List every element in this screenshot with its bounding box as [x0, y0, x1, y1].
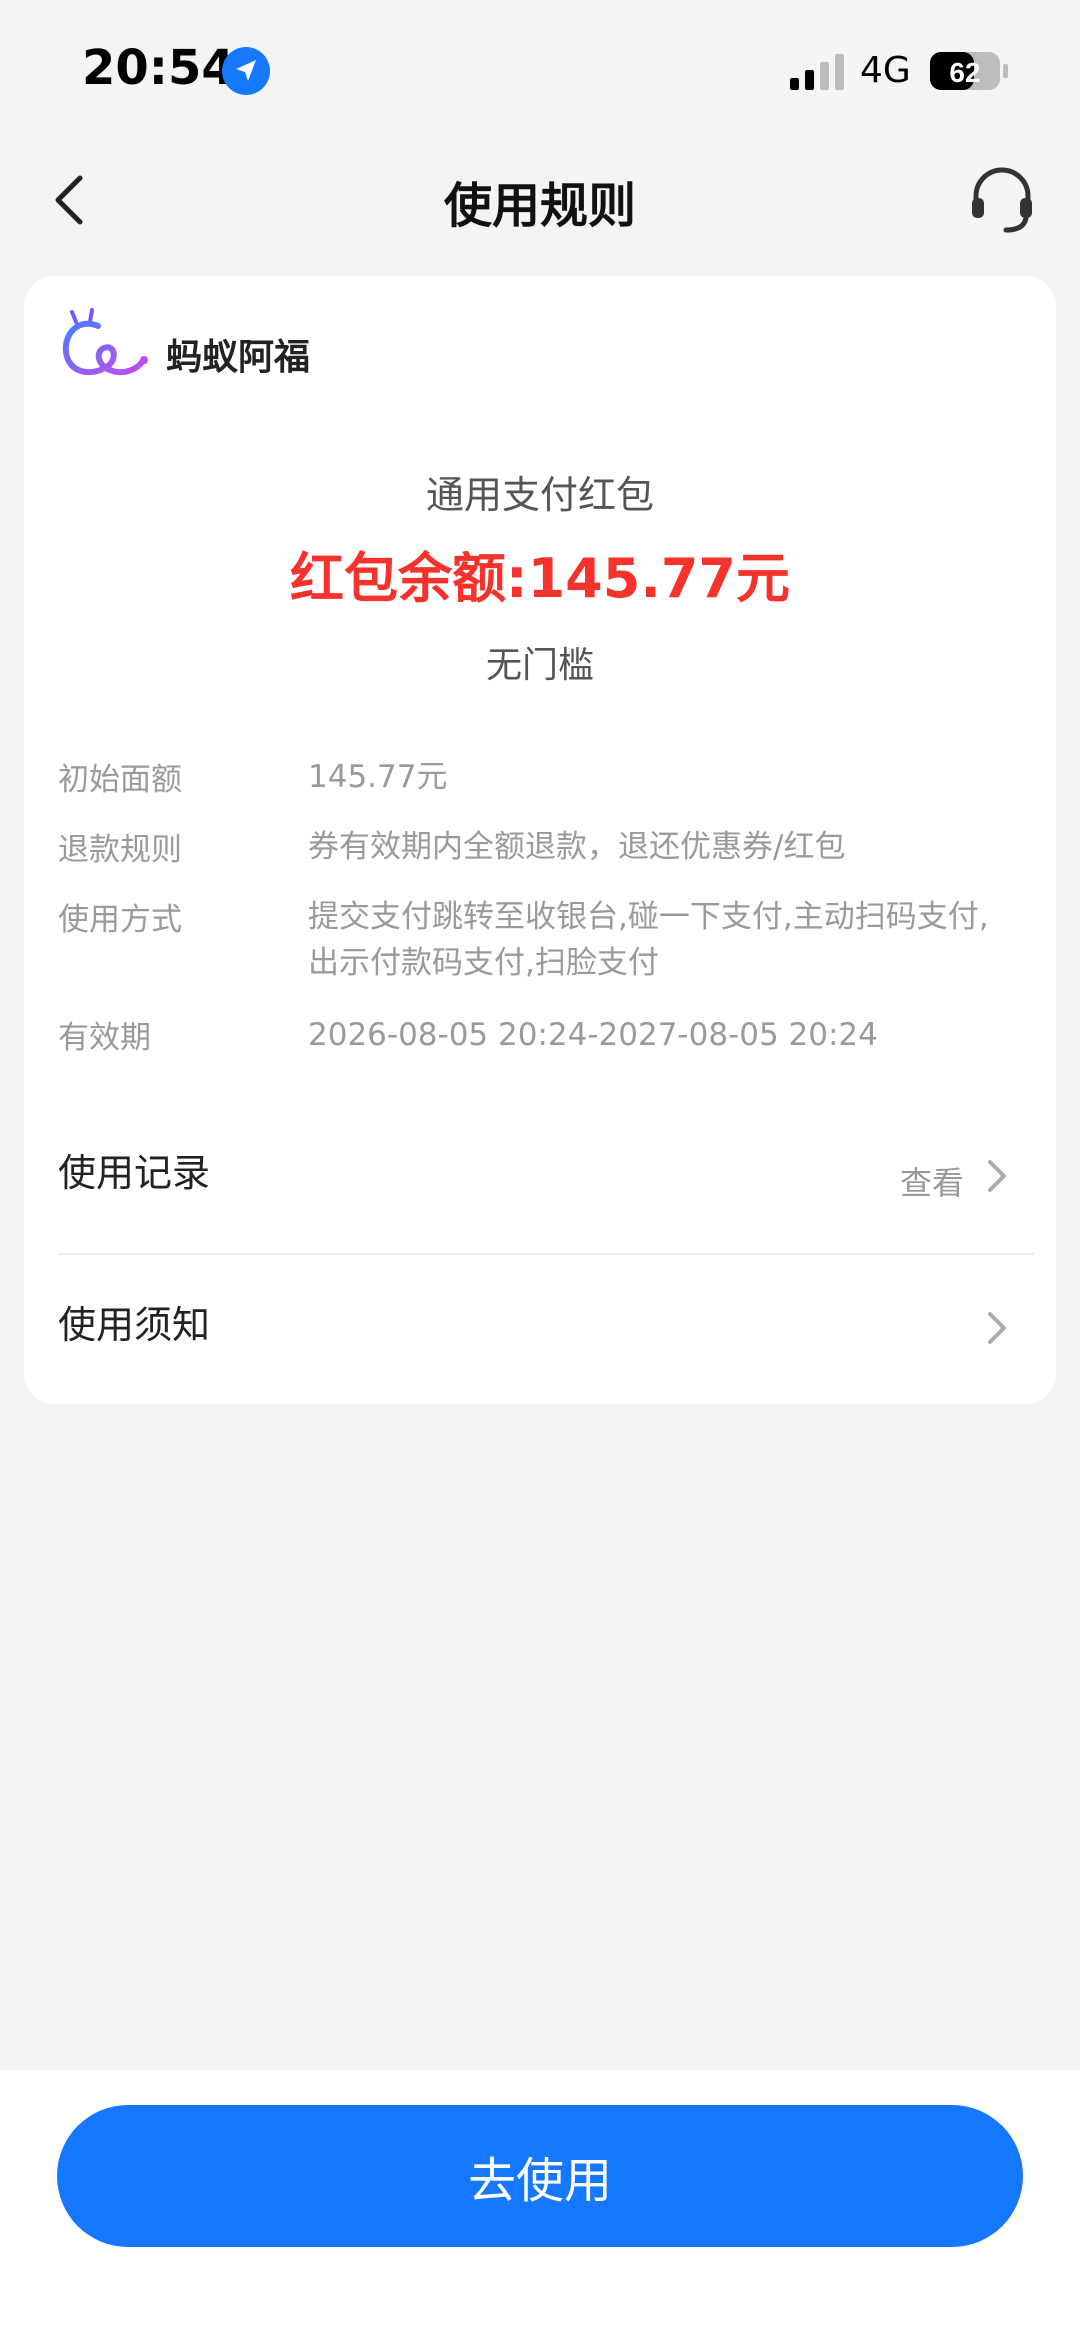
ant-afu-logo-icon [62, 308, 148, 376]
status-time: 20:54 [82, 40, 235, 96]
rule-label-refund: 退款规则 [58, 832, 182, 868]
divider [58, 1253, 1034, 1255]
rule-label-initial-amount: 初始面额 [58, 762, 182, 798]
rule-label-usage-method: 使用方式 [58, 902, 182, 938]
network-type: 4G [860, 50, 911, 91]
usage-records-title: 使用记录 [58, 1151, 211, 1195]
use-now-button[interactable]: 去使用 [57, 2105, 1023, 2247]
usage-notice-row[interactable]: 使用须知 [58, 1266, 1024, 1376]
view-link[interactable]: 查看 [900, 1158, 964, 1204]
location-arrow-icon [222, 47, 270, 95]
rule-value-usage-method: 提交支付跳转至收银台,碰一下支付,主动扫码支付,出示付款码支付,扫脸支付 [308, 899, 989, 981]
bottom-action-bar: 去使用 [0, 2070, 1080, 2337]
page-title: 使用规则 [443, 178, 636, 234]
status-bar: 20:54 4G 62 [0, 0, 1080, 140]
customer-service-headset-icon[interactable] [964, 160, 1040, 236]
coupon-balance: 红包余额:145.77元 [290, 547, 790, 610]
brand-name: 蚂蚁阿福 [166, 337, 311, 378]
chevron-right-icon [988, 1312, 1006, 1344]
coupon-type: 通用支付红包 [425, 473, 654, 517]
rule-value-refund: 券有效期内全额退款，退还优惠券/红包 [308, 829, 846, 865]
rule-value-initial-amount: 145.77元 [308, 759, 448, 795]
usage-notice-title: 使用须知 [58, 1303, 211, 1347]
battery-level: 62 [949, 57, 980, 88]
rule-value-validity: 2026-08-05 20:24-2027-08-05 20:24 [308, 1017, 878, 1053]
coupon-threshold: 无门槛 [485, 645, 594, 686]
battery-icon: 62 [930, 52, 1008, 90]
cellular-signal-icon [790, 54, 844, 90]
chevron-right-icon [988, 1160, 1006, 1192]
nav-bar: 使用规则 [0, 140, 1080, 260]
coupon-rules-card: 蚂蚁阿福 通用支付红包 红包余额:145.77元 无门槛 初始面额 145.77… [24, 276, 1056, 1404]
rule-label-validity: 有效期 [58, 1020, 151, 1056]
usage-records-row[interactable]: 使用记录 查看 [58, 1114, 1024, 1224]
